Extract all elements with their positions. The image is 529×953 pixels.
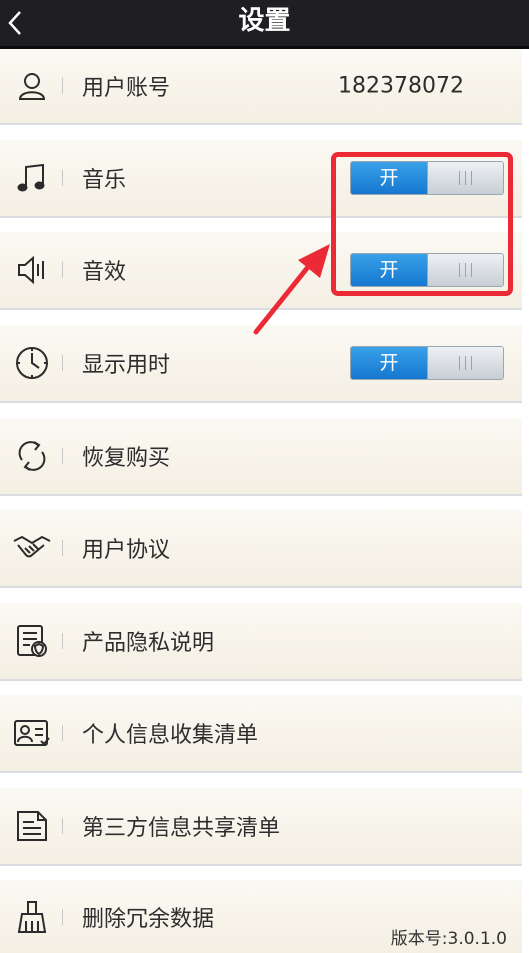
annotation-arrow-icon — [253, 244, 330, 335]
toggle-knob[interactable] — [427, 347, 503, 379]
separator — [62, 448, 63, 464]
settings-row-personal-info[interactable]: 个人信息收集清单 — [0, 695, 522, 773]
settings-row-third-party[interactable]: 第三方信息共享清单 — [0, 788, 522, 866]
row-label: 用户协议 — [82, 538, 171, 563]
separator — [62, 78, 63, 94]
timer-toggle[interactable]: 开 — [350, 346, 504, 380]
settings-row-agreement[interactable]: 用户协议 — [0, 510, 522, 588]
document-icon — [12, 806, 52, 846]
broom-icon — [12, 897, 52, 937]
row-label: 个人信息收集清单 — [82, 723, 259, 748]
toggle-on-label: 开 — [351, 347, 427, 379]
separator — [62, 170, 63, 186]
settings-row-restore[interactable]: 恢复购买 — [0, 418, 522, 496]
handshake-icon — [12, 528, 52, 568]
separator — [62, 908, 63, 925]
highlight-box — [331, 152, 513, 296]
separator — [62, 540, 63, 556]
row-label: 恢复购买 — [82, 446, 171, 471]
clock-icon — [12, 343, 52, 383]
settings-row-privacy[interactable]: 产品隐私说明 — [0, 603, 522, 681]
account-number: 182378072 — [338, 73, 464, 99]
id-card-icon — [12, 713, 52, 753]
separator — [62, 725, 63, 741]
version-label: 版本号:3.0.1.0 — [390, 929, 507, 949]
separator — [62, 633, 63, 649]
row-label: 音效 — [82, 260, 127, 285]
row-label: 删除冗余数据 — [82, 906, 215, 932]
separator — [62, 818, 63, 834]
row-label: 音乐 — [82, 168, 127, 193]
title-bar: 设置 — [0, 0, 529, 49]
speaker-icon — [12, 250, 52, 290]
row-label: 用户账号 — [82, 76, 171, 101]
music-note-icon — [12, 158, 52, 198]
settings-row-account[interactable]: 用户账号 182378072 — [0, 49, 522, 125]
refresh-icon — [12, 436, 52, 476]
row-label: 显示用时 — [82, 353, 171, 378]
row-label: 产品隐私说明 — [82, 631, 215, 656]
separator — [62, 262, 63, 278]
row-label: 第三方信息共享清单 — [82, 816, 281, 841]
user-icon — [12, 66, 52, 106]
page-title: 设置 — [238, 6, 291, 36]
separator — [62, 355, 63, 371]
privacy-document-icon — [12, 621, 52, 661]
